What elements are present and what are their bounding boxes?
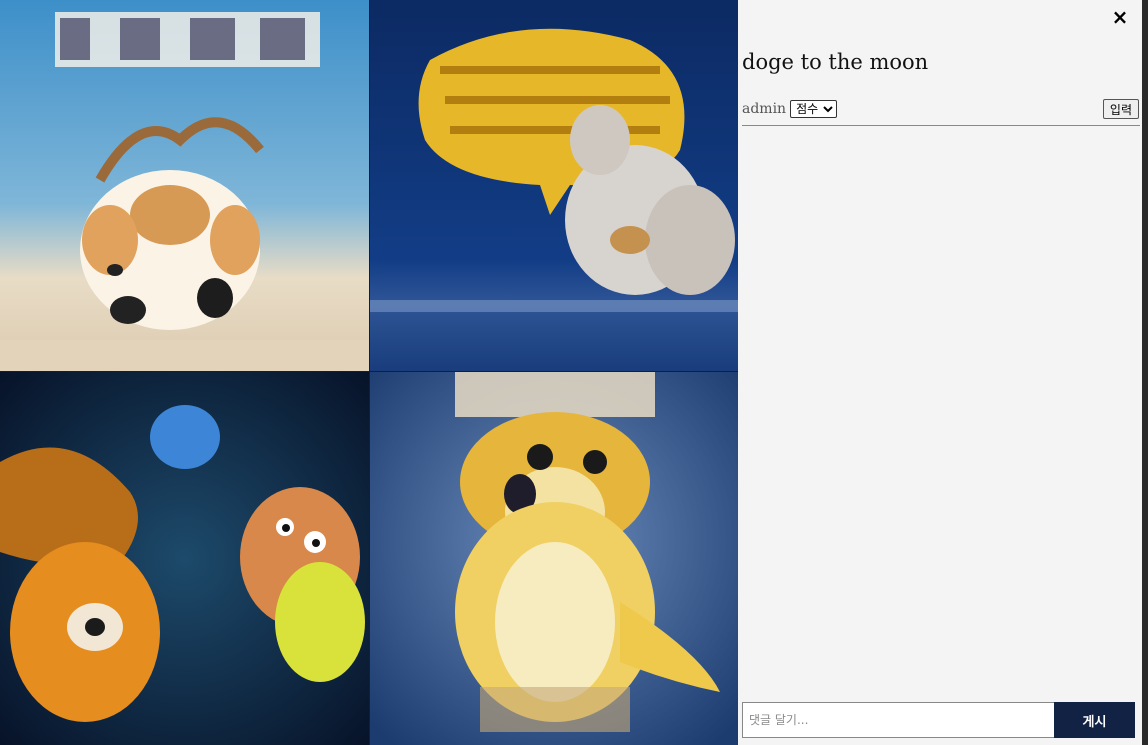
score-row: admin 점수 입력	[742, 97, 1139, 121]
post-title: doge to the moon	[742, 50, 929, 74]
close-icon[interactable]: ×	[1110, 6, 1130, 28]
divider	[742, 125, 1140, 126]
image-gallery	[0, 0, 738, 745]
comment-list	[742, 128, 1138, 695]
comment-form: 게시	[742, 702, 1135, 738]
generated-image-3[interactable]	[0, 372, 369, 745]
post-detail-panel: × doge to the moon admin 점수 입력 게시	[738, 0, 1142, 745]
generated-image-2[interactable]	[370, 0, 738, 371]
score-select[interactable]: 점수	[790, 100, 838, 118]
score-submit-button[interactable]: 입력	[1102, 99, 1139, 119]
generated-image-1[interactable]	[0, 0, 369, 371]
author-name: admin	[742, 101, 787, 117]
window-edge	[1142, 0, 1148, 745]
generated-image-4[interactable]	[370, 372, 738, 745]
comment-input[interactable]	[742, 702, 1054, 738]
post-comment-button[interactable]: 게시	[1054, 702, 1135, 738]
